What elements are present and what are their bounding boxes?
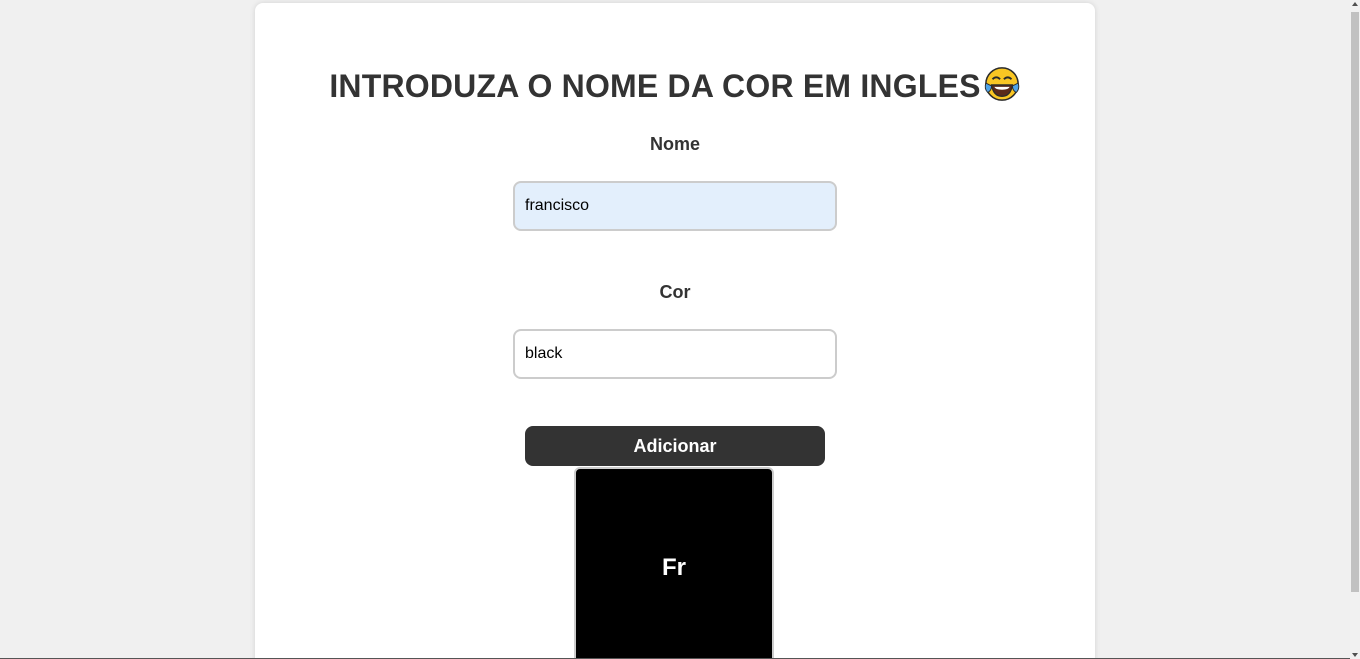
page-title: INTRODUZA O NOME DA COR EM INGLES xyxy=(255,65,1095,105)
scroll-up-arrow-icon[interactable] xyxy=(1352,2,1358,6)
color-swatch-card: Fr xyxy=(574,467,774,659)
color-label: Cor xyxy=(659,282,691,302)
vertical-scrollbar[interactable] xyxy=(1350,0,1360,659)
page: INTRODUZA O NOME DA COR EM INGLES Nome C… xyxy=(0,0,1360,659)
form-card: INTRODUZA O NOME DA COR EM INGLES Nome C… xyxy=(255,3,1095,659)
laughing-tears-emoji-icon xyxy=(984,67,1019,101)
swatch-initials: Fr xyxy=(662,554,686,581)
name-input[interactable] xyxy=(513,181,837,231)
page-title-text: INTRODUZA O NOME DA COR EM INGLES xyxy=(329,68,981,104)
name-label: Nome xyxy=(649,134,700,154)
add-button[interactable]: Adicionar xyxy=(525,426,825,466)
scroll-down-arrow-icon[interactable] xyxy=(1352,653,1358,657)
color-input[interactable] xyxy=(513,329,837,379)
scrollbar-thumb[interactable] xyxy=(1351,12,1359,592)
